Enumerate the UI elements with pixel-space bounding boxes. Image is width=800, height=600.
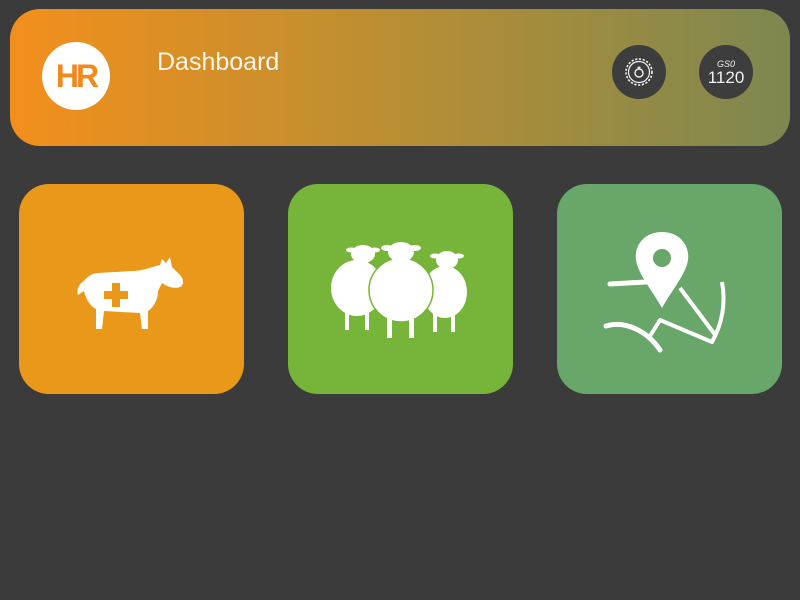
gear-icon xyxy=(625,58,653,86)
tile-map[interactable] xyxy=(557,184,782,394)
points-badge[interactable]: GS0 1120 xyxy=(699,45,753,99)
logo-text: HR xyxy=(55,57,99,94)
tile-animal-health[interactable] xyxy=(19,184,244,394)
points-value: 1120 xyxy=(707,67,745,87)
location-pin-path-icon xyxy=(603,232,726,353)
header-bar: HR Dashboard GS0 1120 xyxy=(10,9,790,146)
settings-button[interactable] xyxy=(612,45,666,99)
sheep-flock-icon xyxy=(330,242,467,338)
app-root: HR Dashboard GS0 1120 xyxy=(0,0,800,600)
app-logo[interactable]: HR xyxy=(42,42,110,110)
page-title: Dashboard xyxy=(157,48,280,76)
tile-herd[interactable] xyxy=(288,184,513,394)
cow-medical-cross-icon xyxy=(76,257,183,329)
